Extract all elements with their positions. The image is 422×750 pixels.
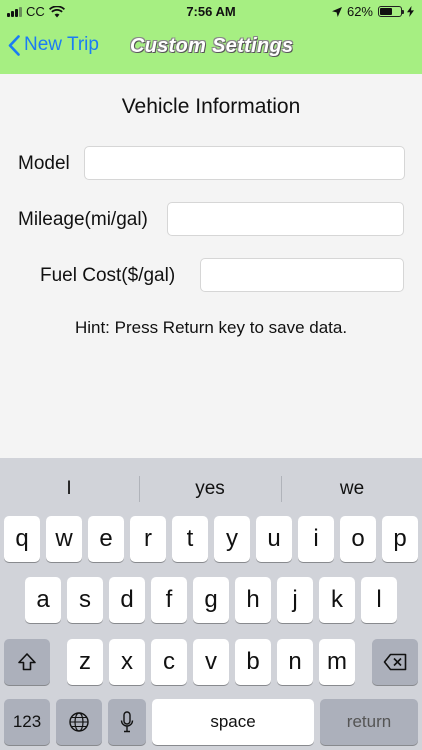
key-l[interactable]: l [361, 577, 397, 623]
prediction-2[interactable]: yes [141, 478, 279, 500]
model-label: Model [18, 153, 70, 174]
status-bar: CC 7:56 AM 62% [0, 0, 422, 24]
key-t[interactable]: t [172, 516, 208, 562]
battery-percent: 62% [346, 4, 373, 19]
dictation-key[interactable] [108, 699, 146, 745]
key-p[interactable]: p [382, 516, 418, 562]
key-h[interactable]: h [235, 577, 271, 623]
key-i[interactable]: i [298, 516, 334, 562]
key-q[interactable]: q [4, 516, 40, 562]
key-v[interactable]: v [193, 639, 229, 685]
shift-key[interactable] [4, 639, 50, 685]
key-z[interactable]: z [67, 639, 103, 685]
key-o[interactable]: o [340, 516, 376, 562]
mileage-label: Mileage(mi/gal) [18, 209, 148, 230]
microphone-icon [120, 711, 134, 733]
back-button[interactable]: New Trip [8, 34, 99, 56]
backspace-icon [383, 653, 407, 671]
key-w[interactable]: w [46, 516, 82, 562]
prediction-1[interactable]: I [0, 478, 138, 500]
key-d[interactable]: d [109, 577, 145, 623]
model-field[interactable] [84, 146, 405, 180]
return-key[interactable]: return [320, 699, 418, 745]
key-c[interactable]: c [151, 639, 187, 685]
key-n[interactable]: n [277, 639, 313, 685]
space-key[interactable]: space [152, 699, 314, 745]
top-bar: CC 7:56 AM 62% New Trip Custom Settings [0, 0, 422, 74]
key-y[interactable]: y [214, 516, 250, 562]
chevron-left-icon [8, 34, 20, 56]
hint-text: Hint: Press Return key to save data. [74, 318, 348, 337]
key-x[interactable]: x [109, 639, 145, 685]
prediction-divider [281, 476, 282, 502]
key-a[interactable]: a [25, 577, 61, 623]
battery-icon [378, 6, 404, 17]
key-k[interactable]: k [319, 577, 355, 623]
key-e[interactable]: e [88, 516, 124, 562]
key-b[interactable]: b [235, 639, 271, 685]
keyboard: I yes we qwertyuiopasdfghjklzxcvbnm 123 … [0, 458, 422, 750]
delete-key[interactable] [372, 639, 418, 685]
status-right: 62% [331, 4, 414, 19]
key-r[interactable]: r [130, 516, 166, 562]
section-title: Vehicle Information [121, 95, 301, 118]
key-u[interactable]: u [256, 516, 292, 562]
back-label: New Trip [24, 34, 99, 55]
mileage-field[interactable] [167, 202, 404, 236]
navigation-bar: New Trip Custom Settings [0, 28, 422, 68]
globe-key[interactable] [56, 699, 102, 745]
shift-icon [18, 653, 36, 671]
key-m[interactable]: m [319, 639, 355, 685]
fuel-cost-label: Fuel Cost($/gal) [40, 265, 176, 286]
key-j[interactable]: j [277, 577, 313, 623]
location-arrow-icon [331, 6, 342, 17]
charging-bolt-icon [407, 6, 414, 17]
predictive-bar: I yes we [0, 458, 422, 514]
key-s[interactable]: s [67, 577, 103, 623]
globe-icon [69, 712, 89, 732]
numbers-key[interactable]: 123 [4, 699, 50, 745]
prediction-3[interactable]: we [283, 478, 421, 500]
key-f[interactable]: f [151, 577, 187, 623]
prediction-divider [139, 476, 140, 502]
fuel-cost-field[interactable] [200, 258, 404, 292]
key-g[interactable]: g [193, 577, 229, 623]
page-title: Custom Settings [130, 35, 294, 57]
